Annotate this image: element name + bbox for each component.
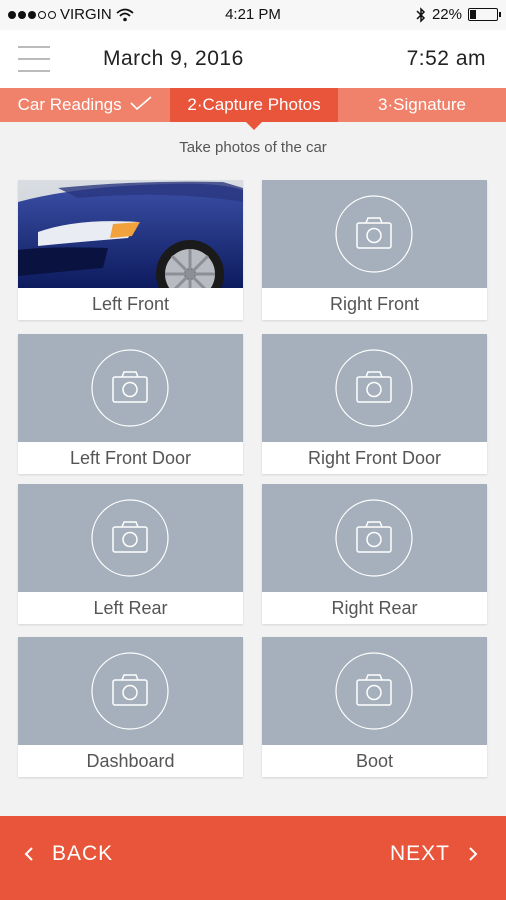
- footer-nav: BACK NEXT: [0, 816, 506, 900]
- camera-icon: [335, 195, 413, 273]
- car-photo: [18, 180, 243, 288]
- step-label: 3·Signature: [378, 95, 466, 114]
- chevron-left-icon: [24, 847, 33, 861]
- photo-placeholder: [18, 637, 243, 745]
- camera-icon: [91, 499, 169, 577]
- step-car-readings[interactable]: Car Readings: [0, 88, 170, 122]
- back-button[interactable]: BACK: [24, 842, 113, 866]
- header-date: March 9, 2016: [103, 47, 244, 70]
- bluetooth-icon: [416, 6, 426, 23]
- camera-icon: [91, 652, 169, 730]
- photo-label: Left Front: [91, 294, 170, 314]
- instruction-text: Take photos of the car: [179, 139, 327, 156]
- progress-steps: Car Readings 2·Capture Photos 3·Signatur…: [0, 88, 506, 130]
- camera-icon: [335, 349, 413, 427]
- step-label: 2·Capture Photos: [187, 95, 321, 114]
- next-label: NEXT: [389, 842, 450, 865]
- battery-percent: 22%: [431, 6, 462, 23]
- photo-tile[interactable]: Left Rear: [18, 484, 243, 624]
- photo-placeholder: [18, 484, 243, 592]
- camera-icon: [335, 499, 413, 577]
- camera-icon: [335, 652, 413, 730]
- step-capture-photos[interactable]: 2·Capture Photos: [170, 88, 338, 130]
- back-label: BACK: [52, 842, 114, 865]
- photo-placeholder: [262, 637, 487, 745]
- photo-tile[interactable]: Right Rear: [262, 484, 487, 624]
- photo-label: Dashboard: [86, 751, 175, 771]
- photo-tile[interactable]: Boot: [262, 637, 487, 777]
- photo-placeholder: [262, 180, 487, 288]
- photo-label: Right Rear: [331, 598, 418, 618]
- photo-tile[interactable]: Left Front Door: [18, 334, 243, 474]
- menu-icon[interactable]: [18, 46, 50, 72]
- photo-label: Left Front Door: [69, 448, 192, 468]
- photo-label: Boot: [355, 751, 394, 771]
- photo-tile[interactable]: Dashboard: [18, 637, 243, 777]
- status-bar: VIRGIN 4:21 PM 22%: [0, 0, 506, 30]
- step-label: Car Readings: [17, 95, 122, 114]
- photo-label: Right Front: [329, 294, 420, 314]
- photo-placeholder: [18, 334, 243, 442]
- battery-icon: [468, 8, 501, 21]
- photo-tile[interactable]: Left Front: [18, 180, 243, 320]
- step-signature[interactable]: 3·Signature: [338, 88, 506, 122]
- header-time: 7:52 am: [406, 47, 486, 70]
- photo-placeholder: [262, 484, 487, 592]
- chevron-right-icon: [469, 847, 478, 861]
- checkmark-icon: [130, 96, 152, 110]
- photo-placeholder: [262, 334, 487, 442]
- photo-label: Left Rear: [93, 598, 168, 618]
- photo-tile[interactable]: Right Front Door: [262, 334, 487, 474]
- photo-tile[interactable]: Right Front: [262, 180, 487, 320]
- photo-label: Right Front Door: [307, 448, 442, 468]
- app-header: March 9, 2016 7:52 am: [0, 30, 506, 88]
- next-button[interactable]: NEXT: [390, 842, 478, 866]
- camera-icon: [91, 349, 169, 427]
